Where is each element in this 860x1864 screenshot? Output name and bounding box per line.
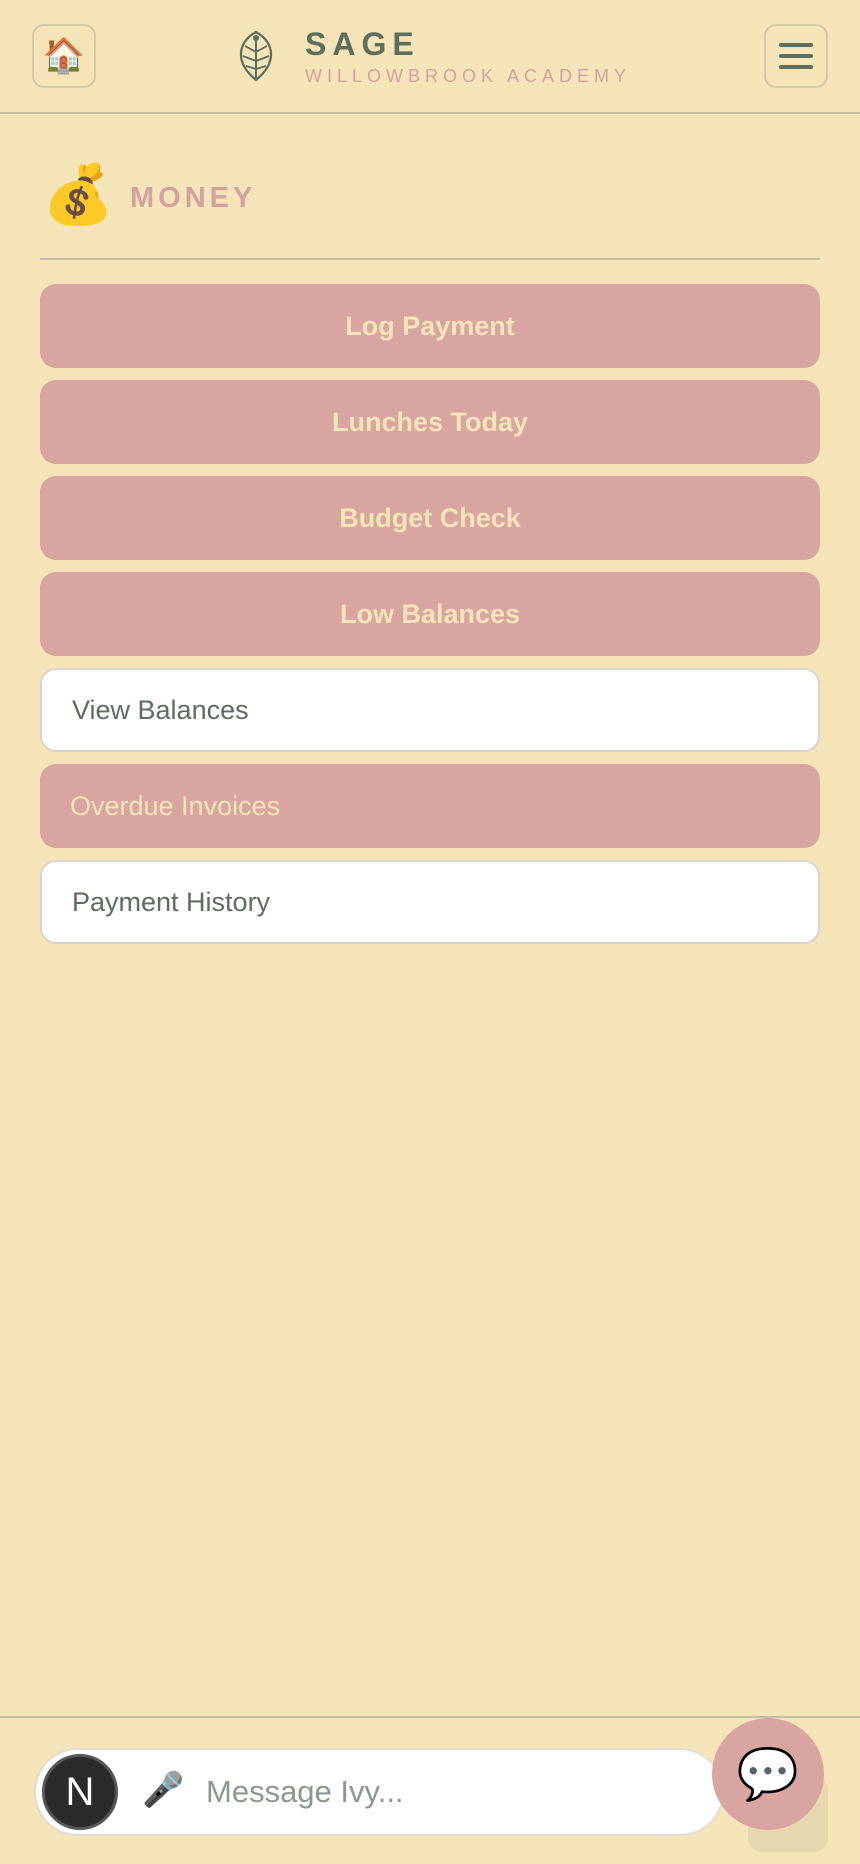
home-icon: 🏠 xyxy=(42,37,86,75)
home-button[interactable]: 🏠 xyxy=(32,24,96,88)
log-payment-button[interactable]: Log Payment xyxy=(40,284,820,368)
app-header: 🏠 SAGE WILLOWBROOK ACADEMY xyxy=(0,0,860,114)
chat-button[interactable]: 💬 xyxy=(712,1718,824,1830)
section-title: MONEY xyxy=(130,182,257,214)
overdue-invoices-button[interactable]: Overdue Invoices xyxy=(40,764,820,848)
hamburger-icon xyxy=(779,43,813,47)
message-input[interactable]: N 🎤 Message Ivy... xyxy=(34,1748,724,1836)
low-balances-button[interactable]: Low Balances xyxy=(40,572,820,656)
money-bag-icon: 💰 xyxy=(42,162,115,227)
payment-history-button[interactable]: Payment History xyxy=(40,860,820,944)
message-placeholder: Message Ivy... xyxy=(206,1774,404,1809)
section-header: 💰 MONEY xyxy=(40,158,820,260)
brand-name: SAGE xyxy=(305,26,420,62)
brand-subtitle: WILLOWBROOK ACADEMY xyxy=(305,66,632,86)
action-list: Log Payment Lunches Today Budget Check L… xyxy=(40,284,820,956)
chat-bubble-icon: 💬 xyxy=(736,1745,800,1802)
view-balances-button[interactable]: View Balances xyxy=(40,668,820,752)
budget-check-button[interactable]: Budget Check xyxy=(40,476,820,560)
menu-button[interactable] xyxy=(764,24,828,88)
avatar[interactable]: N xyxy=(42,1754,118,1830)
mic-icon[interactable]: 🎤 xyxy=(142,1770,184,1810)
lunches-today-button[interactable]: Lunches Today xyxy=(40,380,820,464)
composer-bar: N 🎤 Message Ivy... 💬 xyxy=(0,1716,860,1864)
leaf-icon xyxy=(239,30,273,82)
